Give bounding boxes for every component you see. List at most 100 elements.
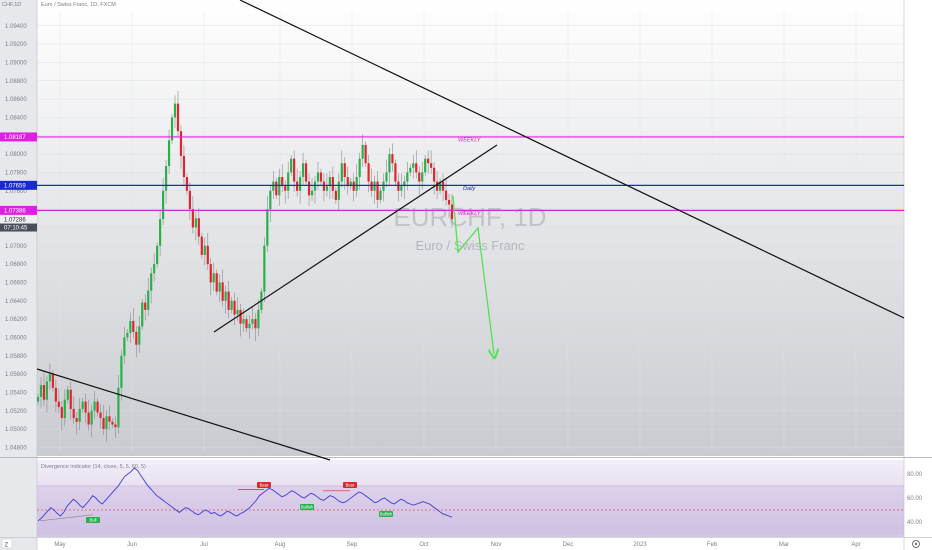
symbol-label: CHF,1D [2, 2, 21, 8]
y-tick-label: 1.05000 [5, 427, 27, 433]
y-tick-label: 1.06400 [5, 299, 27, 305]
candle-body [153, 264, 156, 274]
candle-body [212, 273, 215, 283]
y-tick-label: 1.04800 [5, 445, 27, 451]
candle-body [245, 319, 248, 329]
level-label: WEEKLY [458, 211, 481, 217]
divergence-label: Bull [90, 518, 97, 523]
y-tick-label: 1.06600 [5, 280, 27, 286]
candle-body [156, 245, 159, 265]
candle-body [364, 144, 367, 164]
candle-body [159, 219, 162, 246]
candle-body [203, 245, 206, 255]
x-tick-label: Jun [127, 542, 137, 548]
y-tick-label: 1.06800 [5, 262, 27, 268]
candle-body [206, 245, 209, 265]
candle-body [90, 410, 93, 425]
x-tick-label: Oct [419, 542, 429, 548]
y-tick-label: 1.05200 [5, 409, 27, 415]
candle-body [441, 181, 445, 191]
candle-body [251, 319, 254, 324]
level-label: WEEKLY [458, 137, 481, 143]
level-label: Daily [463, 186, 476, 192]
candle-body [385, 172, 388, 182]
candle-body [352, 181, 355, 191]
candle-body [129, 320, 132, 333]
divergence-label: Bear [260, 483, 269, 488]
candle-body [444, 190, 448, 200]
y-tick-label: 1.05600 [5, 372, 27, 378]
candle-body [310, 190, 314, 196]
chart-window: 1.09400 1.09200 1.09000 1.08800 1.08600 1.084… [0, 0, 932, 550]
candle-body [42, 385, 46, 400]
candle-body [373, 181, 376, 191]
candle-body [257, 309, 260, 329]
chart-canvas[interactable]: 1.09400 1.09200 1.09000 1.08800 1.08600 1.084… [0, 0, 932, 550]
candle-body [275, 181, 278, 196]
watermark-symbol: EURCHF, 1D [393, 202, 546, 232]
candle-body [218, 282, 221, 292]
candle-body [430, 163, 433, 168]
candle-body [185, 177, 189, 191]
candle-body [269, 190, 272, 210]
candle-body [194, 218, 197, 228]
candle-body [340, 163, 343, 182]
candle-body [48, 374, 52, 382]
candle-body [293, 158, 296, 182]
candle-body [296, 181, 299, 191]
y-tick-label: 1.08400 [5, 115, 27, 121]
y-tick-label: 1.06200 [5, 317, 27, 323]
candle-body [248, 323, 251, 329]
candle-body [69, 389, 72, 409]
candle-body [197, 218, 200, 237]
candle-body [108, 416, 111, 422]
candle-body [242, 319, 245, 324]
candle-body [379, 190, 382, 200]
oscillator-tick-label: 40.00 [907, 520, 923, 526]
candle-body [123, 337, 126, 356]
candle-body [355, 177, 358, 191]
y-tick-label: 1.08000 [5, 152, 27, 158]
y-tick-label: 1.08800 [5, 79, 27, 85]
candle-body [266, 209, 269, 246]
candle-body [254, 319, 257, 329]
chart-title: Euro / Swiss Franc, 1D, FXCM [41, 2, 116, 8]
candle-body [45, 381, 49, 400]
candle-body [287, 172, 290, 191]
candle-body [176, 103, 180, 132]
y-tick-label: 1.09400 [5, 24, 27, 30]
candle-body [397, 181, 400, 191]
candle-body [161, 190, 165, 220]
candle-body [78, 408, 81, 422]
candle-body [167, 140, 171, 166]
candle-body [447, 199, 451, 205]
candle-body [316, 172, 320, 182]
candle-body [391, 154, 394, 164]
candle-body [182, 155, 186, 177]
candle-body [433, 167, 436, 182]
x-tick-label: Feb [707, 542, 718, 548]
candle-body [141, 302, 144, 327]
candle-body [406, 172, 409, 182]
candle-body [239, 309, 242, 324]
candle-body [427, 158, 430, 164]
candle-body [325, 186, 329, 191]
candle-body [120, 355, 123, 388]
candle-body [361, 144, 364, 159]
candle-body [376, 181, 379, 200]
candle-body [63, 399, 66, 419]
candle-body [51, 374, 54, 388]
candle-body [421, 172, 424, 182]
x-tick-label: Dec [563, 542, 574, 548]
candle-body [36, 397, 40, 402]
scale-mode-label: Z [5, 543, 9, 549]
watermark-name: Euro / Swiss Franc [415, 238, 525, 253]
y-tick-label: 1.07000 [5, 244, 27, 250]
oscillator-tick-label: 60.00 [907, 496, 923, 502]
candle-body [93, 401, 96, 411]
candle-body [75, 418, 78, 422]
candle-body [370, 181, 373, 191]
candle-body [290, 158, 293, 173]
candle-body [54, 387, 57, 402]
candle-body [150, 273, 153, 291]
